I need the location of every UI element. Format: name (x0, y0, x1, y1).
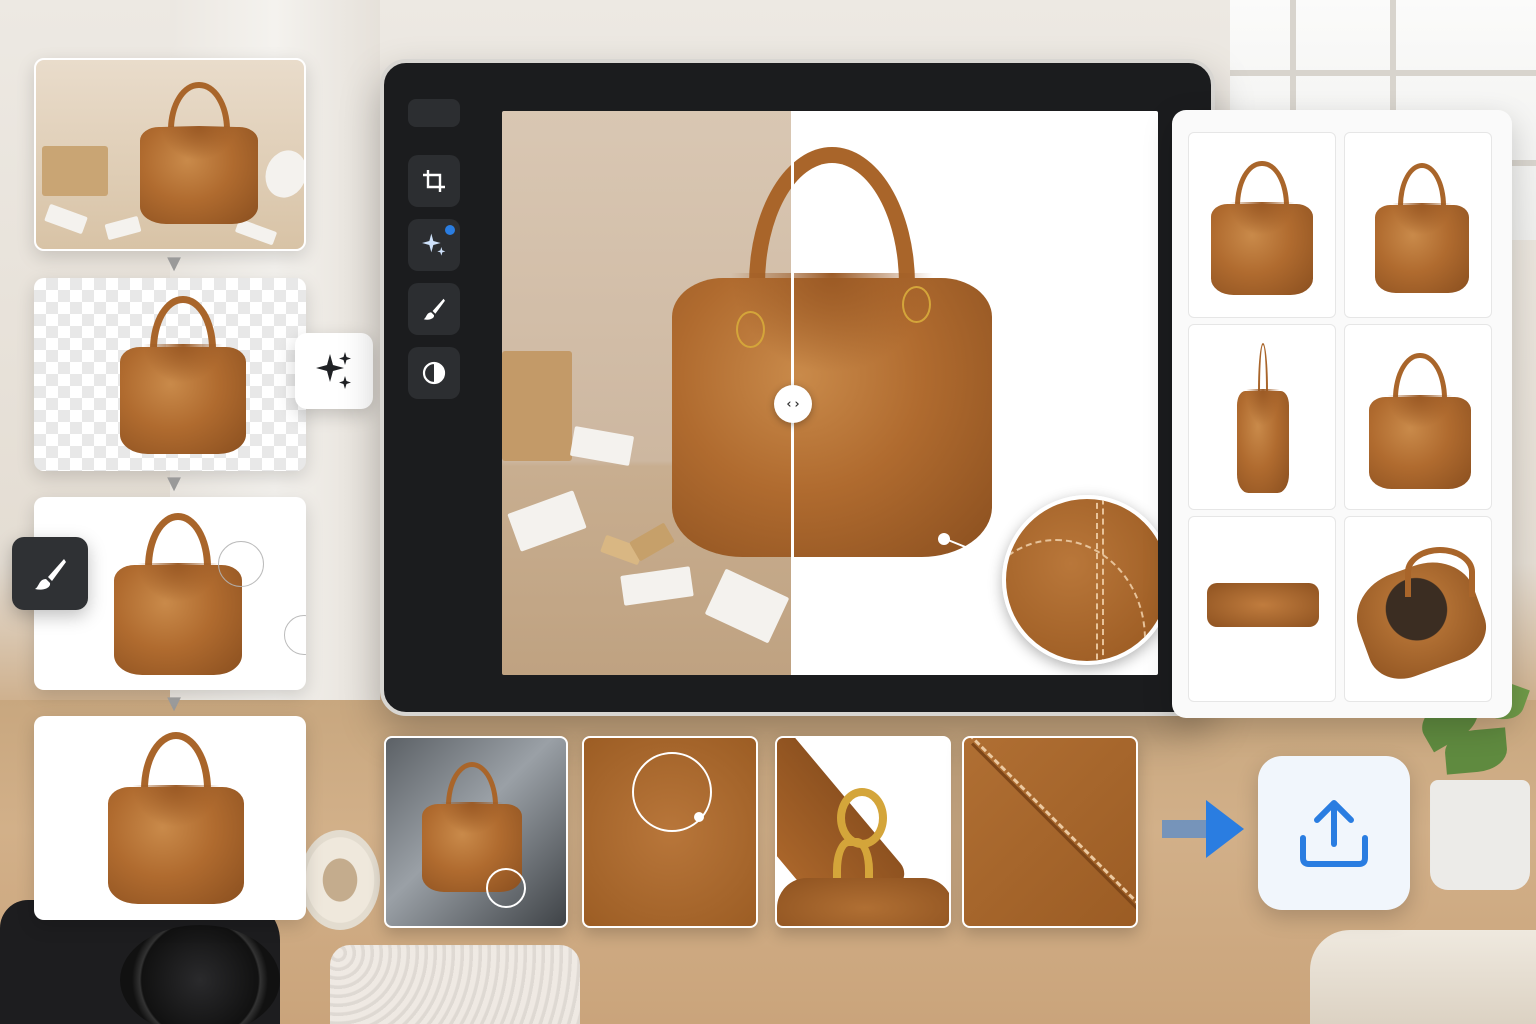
step-final-image[interactable] (34, 716, 306, 920)
handbag-image (1211, 161, 1313, 295)
arrow-right-icon (1162, 800, 1244, 858)
step-arrow-icon: ▼ (167, 253, 181, 274)
handbag-image (1369, 353, 1471, 489)
bubble-wrap (330, 945, 580, 1024)
result-view-2[interactable] (1344, 132, 1492, 318)
handbag-image (672, 147, 992, 557)
tape-roll (300, 830, 380, 930)
editor-toolbar (406, 93, 462, 403)
adjust-tool-button[interactable] (408, 347, 460, 399)
zoom-anchor (694, 812, 704, 822)
step-arrow-icon: ▼ (167, 693, 181, 714)
crop-tool-button[interactable] (408, 155, 460, 207)
brush-icon (423, 298, 445, 320)
handbag-image (120, 296, 246, 454)
compare-handle[interactable]: ‹› (774, 385, 812, 423)
brush-tool-button[interactable] (408, 283, 460, 335)
brush-cursor (218, 541, 264, 587)
ai-enhance-tool-button[interactable] (408, 219, 460, 271)
ai-enhance-button[interactable] (295, 333, 373, 409)
handbag-image (108, 732, 244, 904)
handbag-image (114, 513, 242, 675)
contrast-icon (422, 361, 446, 385)
handbag-image (1375, 163, 1469, 293)
detail-hardware-ring[interactable] (775, 736, 951, 928)
handbag-image (140, 82, 258, 224)
upload-icon (1300, 800, 1368, 867)
retouch-brush-button[interactable] (12, 537, 88, 610)
active-indicator-dot (445, 225, 455, 235)
cardboard-box (42, 146, 108, 196)
before-after-canvas[interactable]: ‹› (502, 111, 1158, 675)
result-view-6[interactable] (1344, 516, 1492, 702)
result-view-3[interactable] (1188, 324, 1336, 510)
detail-magnifier[interactable] (1002, 495, 1158, 665)
generated-views-panel (1172, 110, 1512, 718)
step-background-removed[interactable] (34, 278, 306, 471)
brush-icon (35, 558, 66, 590)
crop-icon (423, 170, 445, 192)
result-view-4[interactable] (1344, 324, 1492, 510)
result-view-1[interactable] (1188, 132, 1336, 318)
handbag-image (1237, 343, 1289, 493)
step-arrow-icon: ▼ (167, 473, 181, 494)
camera-lens (120, 925, 280, 1024)
result-view-5[interactable] (1188, 516, 1336, 702)
editor-tablet: ‹› (380, 59, 1215, 716)
export-upload-button[interactable] (1258, 756, 1410, 910)
magnifier-anchor (938, 533, 950, 545)
sparkle-icon (316, 352, 351, 389)
detail-reflection-shot[interactable] (384, 736, 568, 928)
sparkle-icon (422, 233, 446, 256)
toolbar-handle (408, 99, 460, 127)
detail-leather-texture[interactable] (582, 736, 758, 928)
folded-cloth (1310, 930, 1536, 1024)
brush-cursor (284, 615, 306, 655)
step-original-photo[interactable] (34, 58, 306, 251)
detail-stitching[interactable] (962, 736, 1138, 928)
